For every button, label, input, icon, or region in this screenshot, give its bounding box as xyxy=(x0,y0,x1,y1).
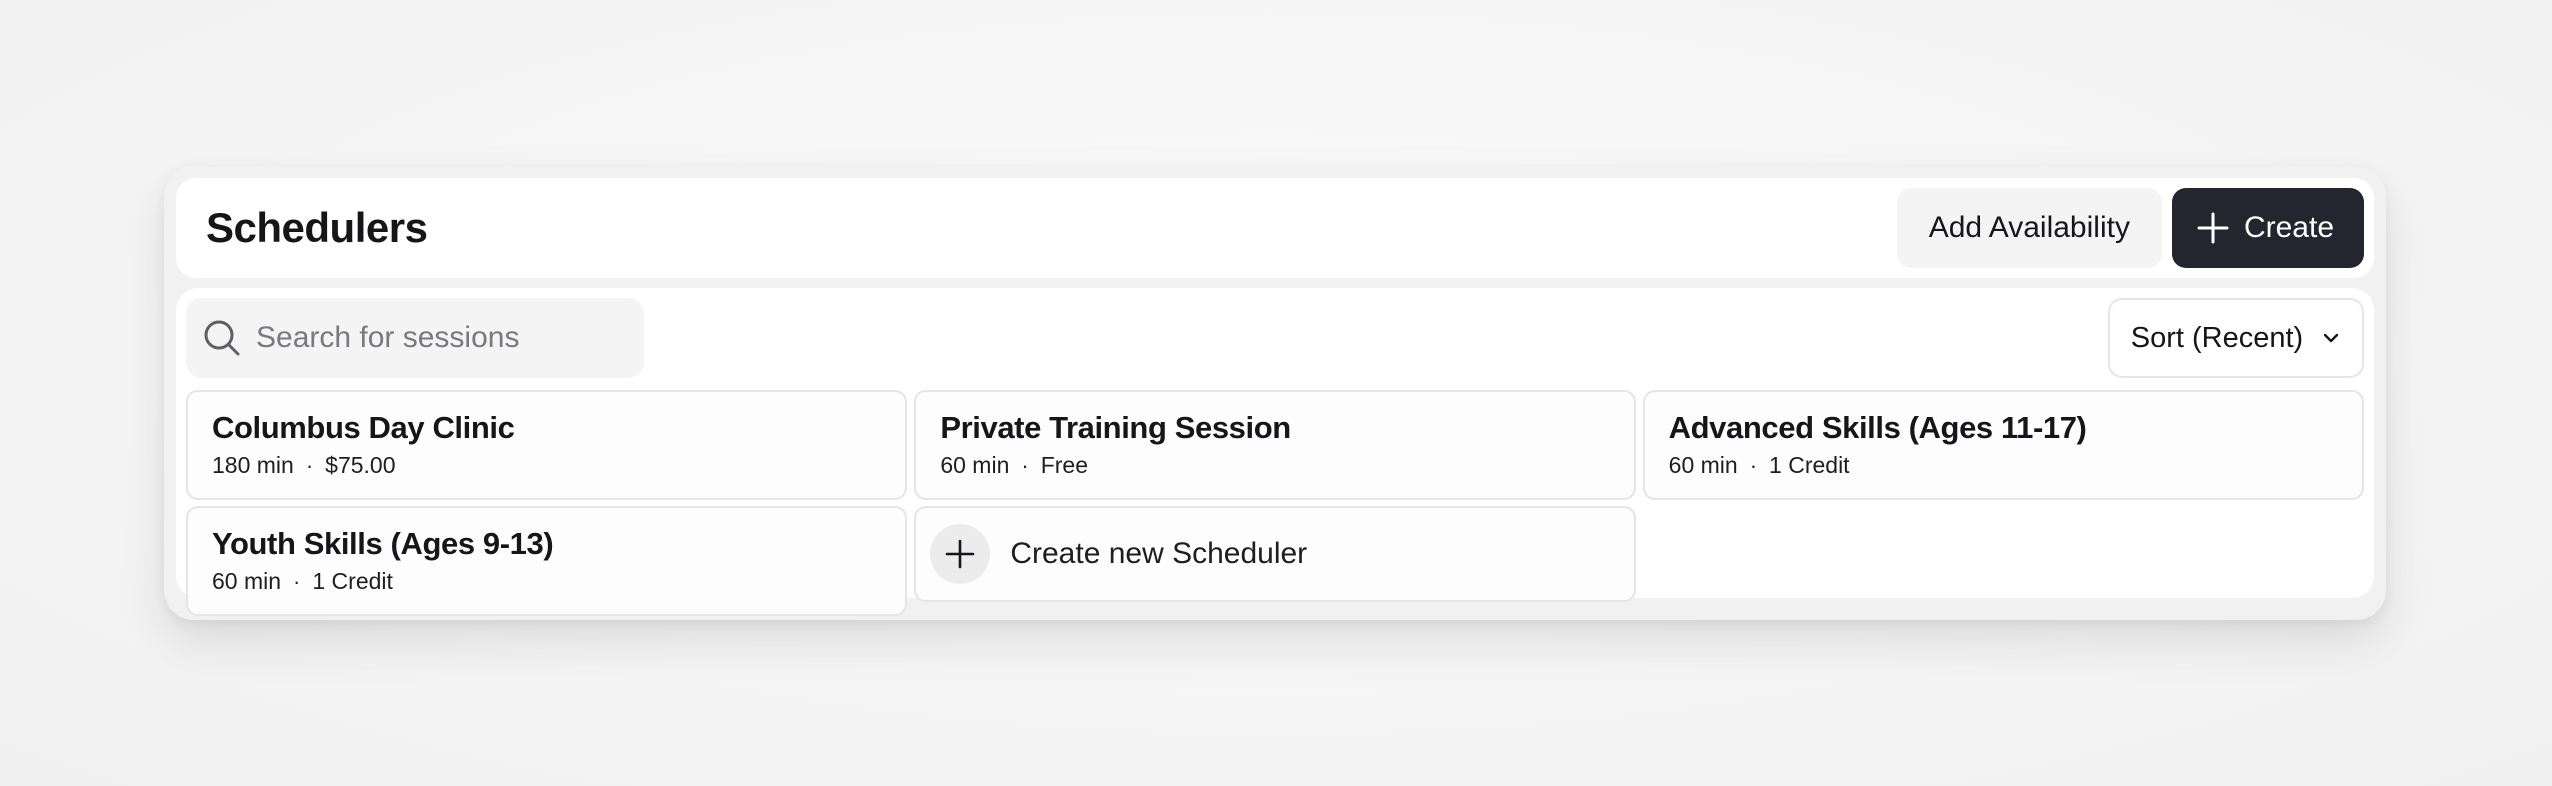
scheduler-title: Youth Skills (Ages 9-13) xyxy=(212,526,554,561)
scheduler-price: Free xyxy=(1040,452,1088,478)
scheduler-meta: 60 min · 1 Credit xyxy=(1669,452,2338,479)
scheduler-meta: 60 min · Free xyxy=(940,452,1609,479)
plus-icon xyxy=(2197,212,2229,244)
create-new-scheduler-card[interactable]: Create new Scheduler xyxy=(914,506,1636,602)
header-actions: Add Availability Create xyxy=(1896,188,2364,268)
scheduler-duration: 60 min xyxy=(1668,452,1738,478)
search-input[interactable] xyxy=(254,320,618,356)
scheduler-price: $75.00 xyxy=(325,452,396,478)
scheduler-price: 1 Credit xyxy=(1769,452,1850,478)
scheduler-card-private-training-session[interactable]: Private Training Session 60 min · Free xyxy=(914,390,1636,500)
sort-label: Sort (Recent) xyxy=(2130,321,2304,354)
scheduler-list-container: Sort (Recent) Columbus Day Clinic 180 mi… xyxy=(176,288,2374,616)
scheduler-duration: 60 min xyxy=(212,568,282,594)
chevron-down-icon xyxy=(2324,333,2339,343)
search-box[interactable] xyxy=(186,298,644,378)
scheduler-title: Advanced Skills (Ages 11-17) xyxy=(1668,410,2087,445)
scheduler-grid: Columbus Day Clinic 180 min · $75.00 Pri… xyxy=(186,390,2364,616)
meta-separator: · xyxy=(293,568,301,594)
create-button[interactable]: Create xyxy=(2171,188,2364,268)
page-title: Schedulers xyxy=(206,204,428,251)
scheduler-title: Columbus Day Clinic xyxy=(212,410,515,445)
plus-icon xyxy=(946,539,975,569)
create-scheduler-icon-circle xyxy=(930,524,991,584)
scheduler-duration: 60 min xyxy=(940,452,1010,478)
add-availability-button[interactable]: Add Availability xyxy=(1896,188,2162,268)
create-button-label: Create xyxy=(2243,211,2334,244)
scheduler-title: Private Training Session xyxy=(940,410,1291,445)
create-new-scheduler-label: Create new Scheduler xyxy=(1010,537,1308,570)
meta-separator: · xyxy=(1749,452,1758,478)
scheduler-meta: 180 min · $75.00 xyxy=(212,452,881,479)
scheduler-card-columbus-day-clinic[interactable]: Columbus Day Clinic 180 min · $75.00 xyxy=(186,390,908,500)
scheduler-meta: 60 min · 1 Credit xyxy=(212,568,881,595)
toolbar: Sort (Recent) xyxy=(186,298,2364,378)
sort-dropdown[interactable]: Sort (Recent) xyxy=(2108,298,2364,378)
scheduler-card-youth-skills[interactable]: Youth Skills (Ages 9-13) 60 min · 1 Cred… xyxy=(186,506,908,616)
meta-separator: · xyxy=(1021,452,1029,478)
meta-separator: · xyxy=(305,452,314,478)
scheduler-price: 1 Credit xyxy=(312,568,393,594)
scheduler-duration: 180 min xyxy=(212,452,294,478)
search-icon xyxy=(204,320,240,356)
header: Schedulers Add Availability Create xyxy=(176,178,2374,278)
scheduler-card-advanced-skills[interactable]: Advanced Skills (Ages 11-17) 60 min · 1 … xyxy=(1642,390,2364,500)
schedulers-panel: Schedulers Add Availability Create Searc… xyxy=(164,166,2386,620)
